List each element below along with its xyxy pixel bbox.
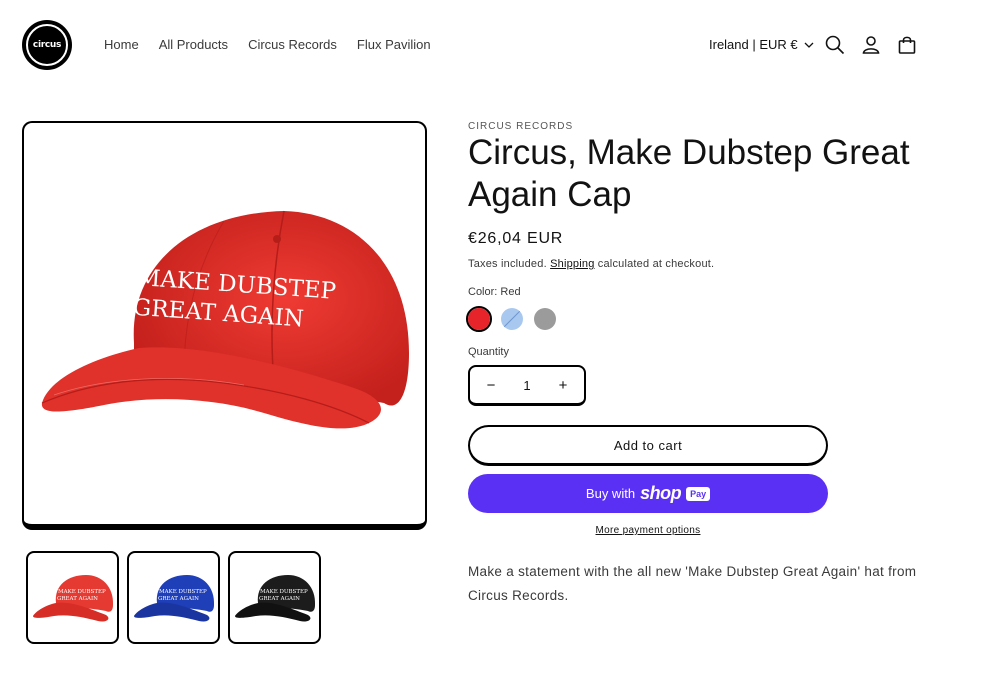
thumbnail-blue-cap[interactable]: MAKE DUBSTEP GREAT AGAIN	[127, 551, 220, 644]
swatch-blue-unavailable[interactable]	[501, 308, 523, 330]
decrease-quantity-button[interactable]: −	[484, 377, 498, 394]
product-price: €26,04 EUR	[468, 230, 564, 247]
country-selector-label: Ireland | EUR €	[709, 37, 798, 52]
unavailable-strike-icon	[503, 310, 521, 328]
color-label: Color: Red	[468, 286, 521, 298]
add-to-cart-button[interactable]: Add to cart	[468, 425, 828, 466]
pay-badge: Pay	[686, 486, 711, 501]
logo-ring: circus	[26, 24, 68, 66]
nav-circus-records[interactable]: Circus Records	[248, 37, 337, 52]
tax-note-prefix: Taxes included.	[468, 258, 547, 270]
main-nav: Home All Products Circus Records Flux Pa…	[104, 37, 431, 52]
more-payment-options-link[interactable]: More payment options	[468, 525, 828, 536]
search-icon[interactable]	[824, 34, 846, 56]
account-icon[interactable]	[860, 34, 882, 56]
nav-flux-pavilion[interactable]: Flux Pavilion	[357, 37, 431, 52]
product-main-image[interactable]: MAKE DUBSTEP GREAT AGAIN	[22, 121, 427, 530]
quantity-input[interactable]: 1	[523, 378, 530, 393]
swatch-black[interactable]	[534, 308, 556, 330]
svg-text:MAKE DUBSTEP: MAKE DUBSTEP	[260, 589, 308, 595]
store-logo[interactable]: circus	[22, 20, 72, 70]
svg-text:GREAT AGAIN: GREAT AGAIN	[259, 596, 300, 602]
red-cap-image: MAKE DUBSTEP GREAT AGAIN	[41, 210, 410, 429]
svg-text:GREAT AGAIN: GREAT AGAIN	[158, 596, 199, 602]
buy-with-label: Buy with	[585, 486, 636, 501]
blue-cap-thumbnail-icon: MAKE DUBSTEP GREAT AGAIN	[134, 575, 215, 622]
thumbnail-red-cap[interactable]: MAKE DUBSTEP GREAT AGAIN	[26, 551, 119, 644]
buy-with-shop-pay-button[interactable]: Buy with shop Pay	[468, 474, 828, 513]
increase-quantity-button[interactable]: +	[556, 377, 570, 394]
red-cap-thumbnail-icon: MAKE DUBSTEP GREAT AGAIN	[33, 575, 114, 622]
swatch-red[interactable]	[468, 308, 490, 330]
tax-note: Taxes included. Shipping calculated at c…	[468, 258, 714, 270]
country-selector[interactable]: Ireland | EUR €	[709, 37, 814, 52]
shop-logo: shop	[640, 483, 682, 503]
chevron-down-icon	[804, 42, 814, 48]
svg-text:MAKE DUBSTEP: MAKE DUBSTEP	[58, 589, 106, 595]
quantity-stepper: − 1 +	[468, 365, 586, 406]
shipping-link[interactable]: Shipping	[550, 258, 594, 270]
nav-home[interactable]: Home	[104, 37, 139, 52]
product-vendor: CIRCUS RECORDS	[468, 121, 574, 132]
product-title: Circus, Make Dubstep Great Again Cap	[468, 133, 910, 214]
nav-all-products[interactable]: All Products	[159, 37, 228, 52]
cart-icon[interactable]	[896, 34, 918, 56]
tax-note-suffix: calculated at checkout.	[597, 258, 715, 270]
quantity-label: Quantity	[468, 346, 509, 358]
product-description: Make a statement with the all new 'Make …	[468, 564, 917, 603]
svg-text:MAKE DUBSTEP: MAKE DUBSTEP	[159, 589, 207, 595]
black-cap-thumbnail-icon: MAKE DUBSTEP GREAT AGAIN	[235, 575, 316, 622]
logo-text: circus	[32, 40, 62, 50]
thumbnail-black-cap[interactable]: MAKE DUBSTEP GREAT AGAIN	[228, 551, 321, 644]
svg-text:GREAT AGAIN: GREAT AGAIN	[57, 596, 98, 602]
